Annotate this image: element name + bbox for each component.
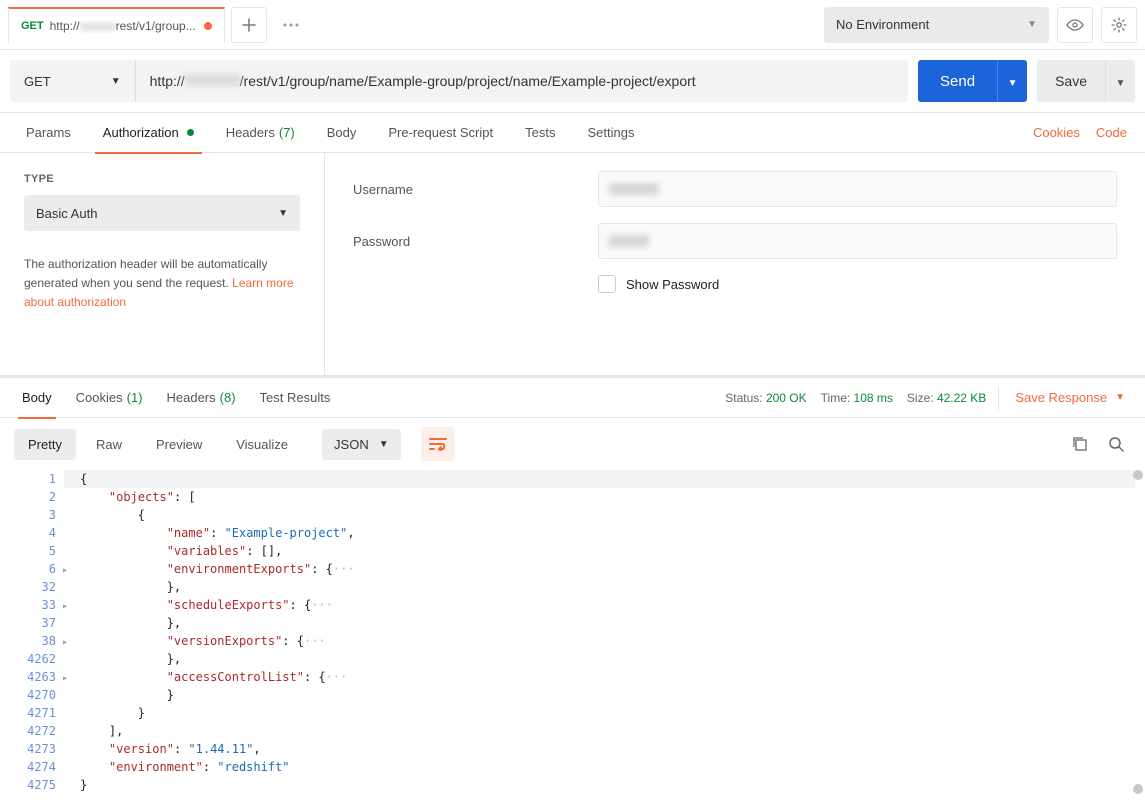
auth-type-select[interactable]: Basic Auth ▼ xyxy=(24,195,300,231)
request-tabs: Params Authorization Headers (7) Body Pr… xyxy=(0,113,1145,153)
resp-tab-body[interactable]: Body xyxy=(10,378,64,418)
top-tab-bar: GET http://xxxxxxrest/v1/group... No Env… xyxy=(0,0,1145,50)
cookies-link[interactable]: Cookies xyxy=(1025,125,1088,140)
method-url-container: GET ▼ http:///rest/v1/group/name/Example… xyxy=(10,60,908,102)
fmt-raw-button[interactable]: Raw xyxy=(82,429,136,460)
password-label: Password xyxy=(353,234,598,249)
send-dropdown-button[interactable]: ▼ xyxy=(997,60,1027,102)
environment-label: No Environment xyxy=(836,17,929,32)
chevron-down-icon: ▼ xyxy=(1008,78,1018,89)
fmt-preview-button[interactable]: Preview xyxy=(142,429,216,460)
env-quicklook-button[interactable] xyxy=(1057,7,1093,43)
fold-toggle-icon[interactable]: ▸ xyxy=(62,634,68,652)
tab-method: GET xyxy=(21,20,44,32)
plus-icon xyxy=(242,18,256,32)
copy-icon xyxy=(1072,436,1088,452)
show-password-checkbox[interactable] xyxy=(598,275,616,293)
fmt-pretty-button[interactable]: Pretty xyxy=(14,429,76,460)
code-link[interactable]: Code xyxy=(1088,125,1135,140)
time-value: 108 ms xyxy=(854,391,893,405)
environment-select[interactable]: No Environment ▼ xyxy=(824,7,1049,43)
resp-tab-headers[interactable]: Headers (8) xyxy=(155,378,248,418)
chevron-down-icon: ▼ xyxy=(1027,19,1037,30)
response-tabs: Body Cookies (1) Headers (8) Test Result… xyxy=(0,378,1145,418)
username-label: Username xyxy=(353,182,598,197)
scrollbar-thumb[interactable] xyxy=(1133,470,1143,480)
fmt-lang-select[interactable]: JSON ▼ xyxy=(322,429,401,460)
chevron-down-icon: ▼ xyxy=(1116,78,1126,89)
top-right-controls: No Environment ▼ xyxy=(824,7,1137,43)
chevron-down-icon: ▼ xyxy=(379,439,389,450)
fold-toggle-icon[interactable]: ▸ xyxy=(62,670,68,688)
save-button[interactable]: Save xyxy=(1037,60,1105,102)
scrollbar-thumb[interactable] xyxy=(1133,784,1143,794)
code-content: { "objects": [ { "name": "Example-projec… xyxy=(62,470,1145,794)
tab-body[interactable]: Body xyxy=(311,113,373,153)
tab-prerequest[interactable]: Pre-request Script xyxy=(372,113,509,153)
show-password-label: Show Password xyxy=(626,277,719,292)
new-tab-button[interactable] xyxy=(231,7,267,43)
size-value: 42.22 KB xyxy=(937,391,986,405)
auth-type-sidebar: TYPE Basic Auth ▼ The authorization head… xyxy=(0,153,325,375)
response-meta: Status: 200 OK Time: 108 ms Size: 42.22 … xyxy=(725,391,986,405)
resp-tab-cookies[interactable]: Cookies (1) xyxy=(64,378,155,418)
format-bar: Pretty Raw Preview Visualize JSON ▼ xyxy=(0,418,1145,470)
ellipsis-icon xyxy=(283,23,299,27)
tab-tests[interactable]: Tests xyxy=(509,113,571,153)
chevron-down-icon: ▼ xyxy=(1115,392,1125,403)
resp-tab-tests[interactable]: Test Results xyxy=(248,378,343,418)
chevron-down-icon: ▼ xyxy=(278,208,288,219)
auth-fields: Username Password Show Password xyxy=(325,153,1145,375)
auth-type-label: TYPE xyxy=(24,173,300,185)
fold-toggle-icon[interactable]: ▸ xyxy=(62,562,68,580)
gear-icon xyxy=(1111,17,1127,33)
username-row: Username xyxy=(353,171,1117,207)
word-wrap-button[interactable] xyxy=(421,427,455,461)
line-gutter: 123456▸3233▸3738▸42624263▸42704271427242… xyxy=(0,470,62,794)
tab-options-button[interactable] xyxy=(273,7,309,43)
status-value: 200 OK xyxy=(766,391,807,405)
password-input[interactable] xyxy=(598,223,1117,259)
unsaved-dot-icon xyxy=(204,22,212,30)
search-icon xyxy=(1108,436,1124,452)
authorization-panel: TYPE Basic Auth ▼ The authorization head… xyxy=(0,153,1145,378)
send-button-group: Send ▼ xyxy=(918,60,1027,102)
chevron-down-icon: ▼ xyxy=(111,76,121,87)
save-dropdown-button[interactable]: ▼ xyxy=(1105,60,1135,102)
password-row: Password xyxy=(353,223,1117,259)
eye-icon xyxy=(1066,19,1084,31)
http-method-select[interactable]: GET ▼ xyxy=(10,60,136,102)
save-response-button[interactable]: Save Response ▼ xyxy=(998,386,1135,410)
tab-title: http://xxxxxxrest/v1/group... xyxy=(50,19,196,33)
fmt-visualize-button[interactable]: Visualize xyxy=(222,429,302,460)
tab-authorization[interactable]: Authorization xyxy=(87,113,210,153)
url-bar: GET ▼ http:///rest/v1/group/name/Example… xyxy=(0,50,1145,113)
auth-description: The authorization header will be automat… xyxy=(24,255,300,313)
save-button-group: Save ▼ xyxy=(1037,60,1135,102)
wrap-icon xyxy=(429,437,447,451)
auth-type-value: Basic Auth xyxy=(36,206,97,221)
tab-settings[interactable]: Settings xyxy=(571,113,650,153)
settings-button[interactable] xyxy=(1101,7,1137,43)
http-method-value: GET xyxy=(24,74,51,89)
tab-headers[interactable]: Headers (7) xyxy=(210,113,311,153)
search-response-button[interactable] xyxy=(1101,429,1131,459)
url-input[interactable]: http:///rest/v1/group/name/Example-group… xyxy=(136,73,908,89)
tabs-row: GET http://xxxxxxrest/v1/group... xyxy=(8,7,824,43)
tab-params[interactable]: Params xyxy=(10,113,87,153)
show-password-row: Show Password xyxy=(598,275,1117,293)
send-button[interactable]: Send xyxy=(918,60,997,102)
response-body-code[interactable]: 123456▸3233▸3738▸42624263▸42704271427242… xyxy=(0,470,1145,794)
username-input[interactable] xyxy=(598,171,1117,207)
request-tab[interactable]: GET http://xxxxxxrest/v1/group... xyxy=(8,7,225,43)
active-dot-icon xyxy=(187,129,194,136)
fold-toggle-icon[interactable]: ▸ xyxy=(62,598,68,616)
copy-response-button[interactable] xyxy=(1065,429,1095,459)
